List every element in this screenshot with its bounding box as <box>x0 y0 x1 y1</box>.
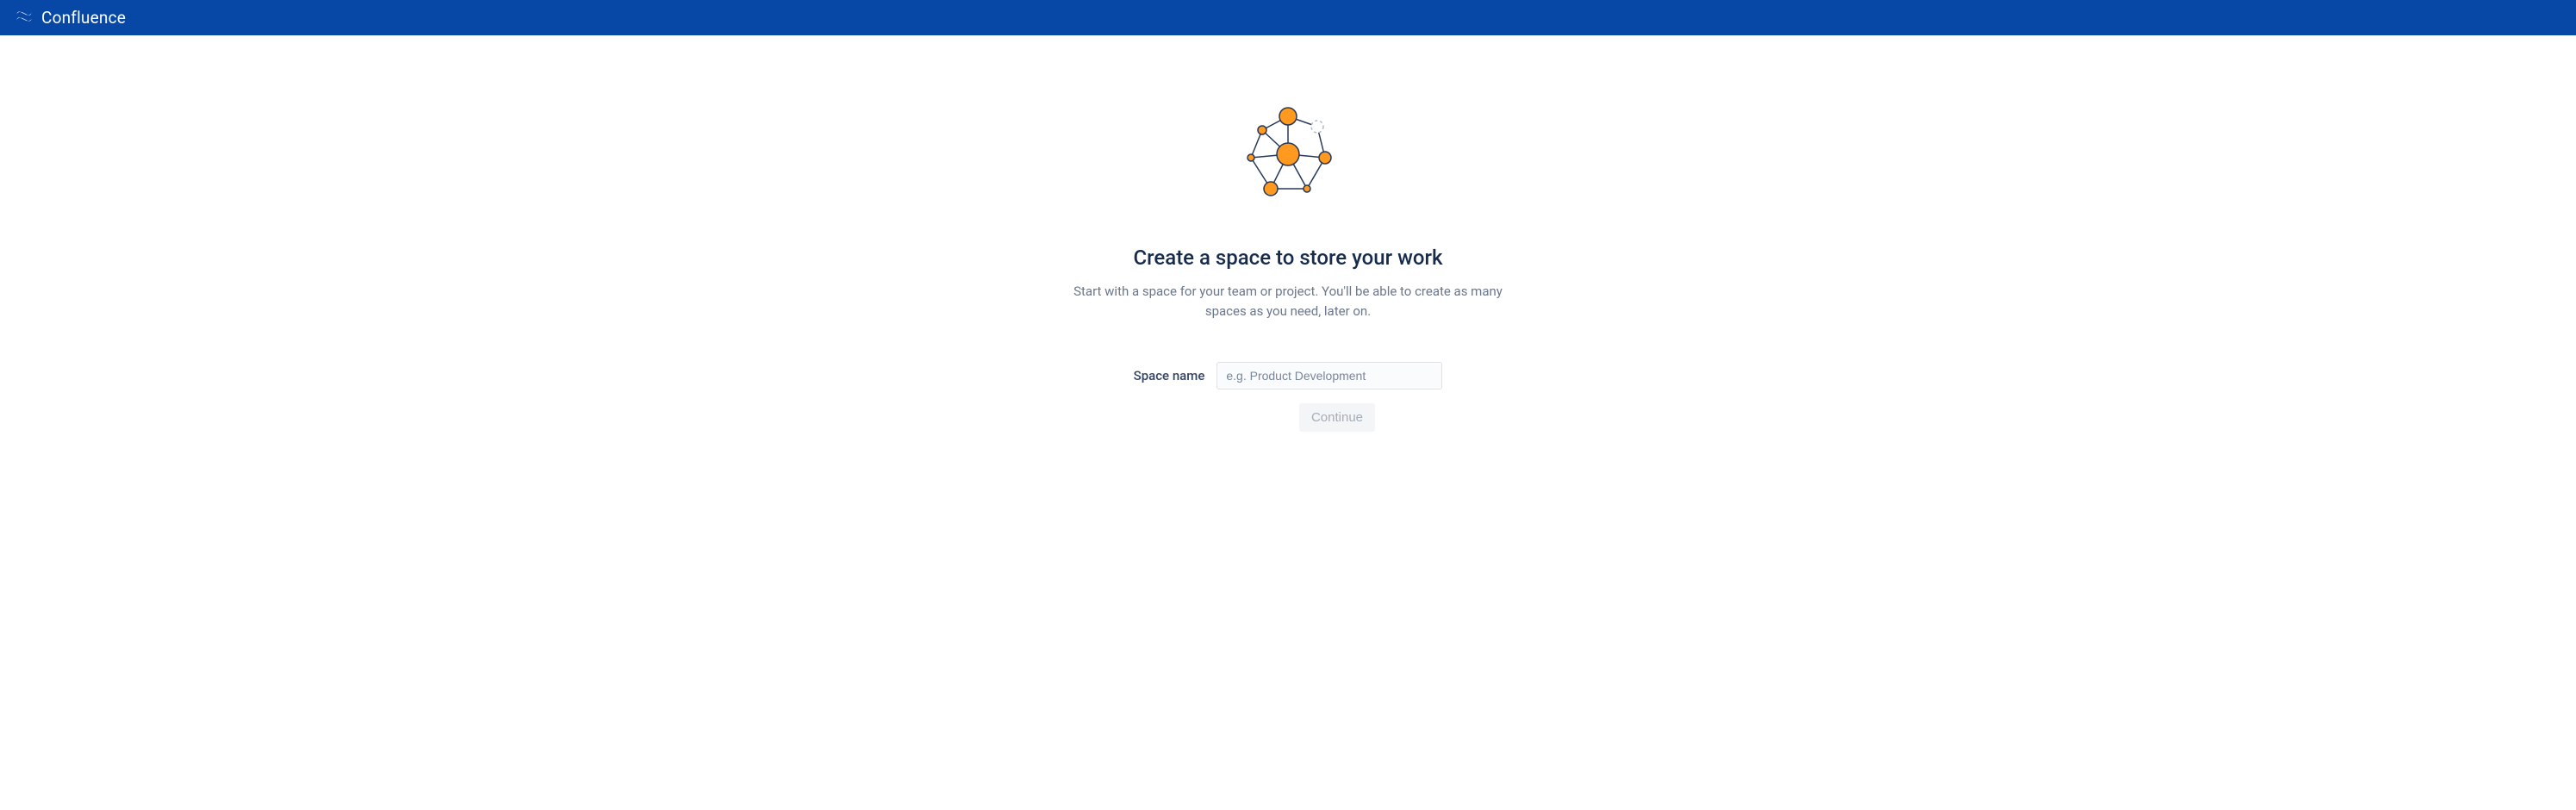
page-subtitle: Start with a space for your team or proj… <box>1064 282 1512 321</box>
network-illustration-icon <box>1236 104 1340 211</box>
space-name-label: Space name <box>1134 368 1205 383</box>
app-header: Confluence <box>0 0 2576 35</box>
space-name-row: Space name <box>1134 362 1443 389</box>
page-title: Create a space to store your work <box>1133 246 1442 270</box>
product-name: Confluence <box>41 8 126 28</box>
onboarding-main: Create a space to store your work Start … <box>0 35 2576 432</box>
space-name-input[interactable] <box>1216 362 1442 389</box>
confluence-icon <box>14 6 34 30</box>
confluence-logo[interactable]: Confluence <box>14 6 126 30</box>
continue-button[interactable]: Continue <box>1299 403 1375 432</box>
